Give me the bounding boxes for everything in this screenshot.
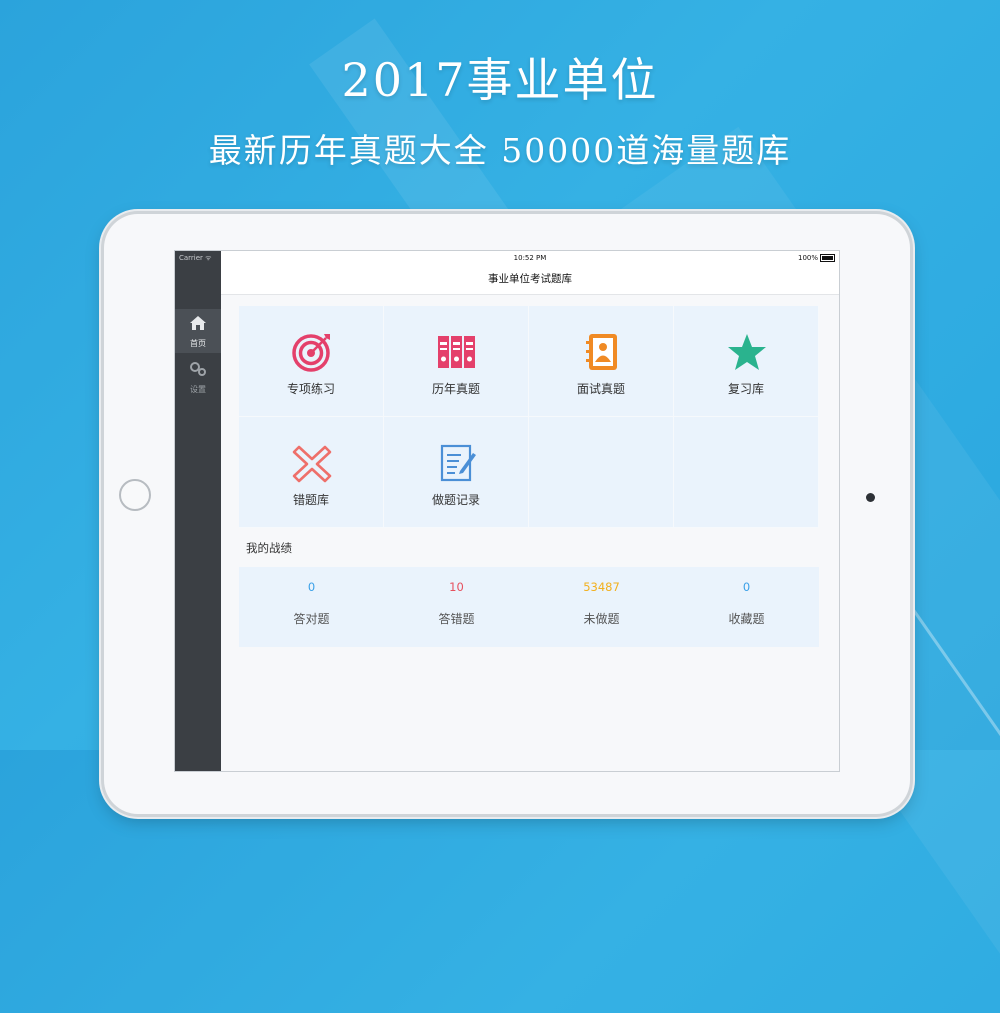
app-screen: Carrier ᯤ 首页 设置 10:52 PM 100% 事业单位考试题库 专… — [174, 250, 840, 772]
stat-label: 答错题 — [438, 612, 475, 626]
home-icon — [190, 316, 206, 330]
menu-item-interview-exams[interactable]: 面试真题 — [529, 306, 674, 417]
stat-value: 0 — [742, 580, 751, 594]
battery-indicator: 100% — [798, 254, 835, 262]
menu-grid: 专项练习 历年真题 面试真题 复习库 错题库 做题记录 — [239, 306, 819, 528]
menu-item-label: 做题记录 — [431, 493, 480, 507]
stat-wrong[interactable]: 10 答错题 — [384, 567, 529, 647]
tablet-frame: Carrier ᯤ 首页 设置 10:52 PM 100% 事业单位考试题库 专… — [104, 214, 910, 814]
status-time: 10:52 PM — [513, 254, 547, 262]
menu-item-wrong-answers[interactable]: 错题库 — [239, 417, 384, 528]
camera-dot — [866, 493, 875, 502]
menu-empty-cell — [674, 417, 819, 528]
stat-value: 53487 — [583, 580, 620, 594]
stat-label: 收藏题 — [728, 612, 765, 626]
contact-book-icon — [586, 334, 617, 370]
sidebar-item-home[interactable]: 首页 — [175, 309, 221, 353]
notepad-icon — [440, 444, 476, 482]
menu-item-label: 错题库 — [292, 493, 329, 507]
stat-value: 10 — [449, 580, 464, 594]
battery-icon — [820, 254, 835, 262]
stat-favorites[interactable]: 0 收藏题 — [674, 567, 819, 647]
menu-item-label: 面试真题 — [576, 382, 625, 396]
binders-icon — [438, 336, 475, 368]
sidebar-item-label: 首页 — [190, 339, 206, 348]
sidebar: Carrier ᯤ 首页 设置 — [175, 251, 221, 771]
menu-item-special-practice[interactable]: 专项练习 — [239, 306, 384, 417]
star-icon — [728, 334, 766, 370]
gears-icon — [190, 362, 206, 376]
nav-bar: 事业单位考试题库 — [221, 264, 839, 295]
menu-item-label: 专项练习 — [286, 382, 335, 396]
nav-title: 事业单位考试题库 — [488, 273, 572, 285]
stat-value: 0 — [307, 580, 316, 594]
home-button[interactable] — [119, 479, 151, 511]
target-icon — [292, 334, 330, 372]
menu-item-label: 复习库 — [727, 382, 764, 396]
stat-label: 答对题 — [293, 612, 330, 626]
battery-percent: 100% — [797, 254, 818, 262]
status-bar: 10:52 PM 100% — [221, 251, 839, 264]
stat-label: 未做题 — [583, 612, 620, 626]
promo-headline: 2017事业单位 — [341, 53, 659, 107]
menu-item-past-exams[interactable]: 历年真题 — [384, 306, 529, 417]
main-content: 10:52 PM 100% 事业单位考试题库 专项练习 历年真题 面试真题 复习… — [221, 251, 839, 771]
stat-undone[interactable]: 53487 未做题 — [529, 567, 674, 647]
sidebar-item-settings[interactable]: 设置 — [175, 355, 221, 399]
menu-empty-cell — [529, 417, 674, 528]
menu-item-practice-history[interactable]: 做题记录 — [384, 417, 529, 528]
stat-correct[interactable]: 0 答对题 — [239, 567, 384, 647]
promo-subline: 最新历年真题大全 50000道海量题库 — [208, 131, 792, 170]
carrier-label: Carrier ᯤ — [179, 254, 212, 262]
section-title-record: 我的战绩 — [246, 541, 292, 555]
menu-item-label: 历年真题 — [431, 382, 480, 396]
menu-item-review-bank[interactable]: 复习库 — [674, 306, 819, 417]
cross-icon — [292, 445, 332, 483]
sidebar-item-label: 设置 — [190, 385, 206, 394]
stats-panel: 0 答对题 10 答错题 53487 未做题 0 收藏题 — [239, 567, 819, 647]
